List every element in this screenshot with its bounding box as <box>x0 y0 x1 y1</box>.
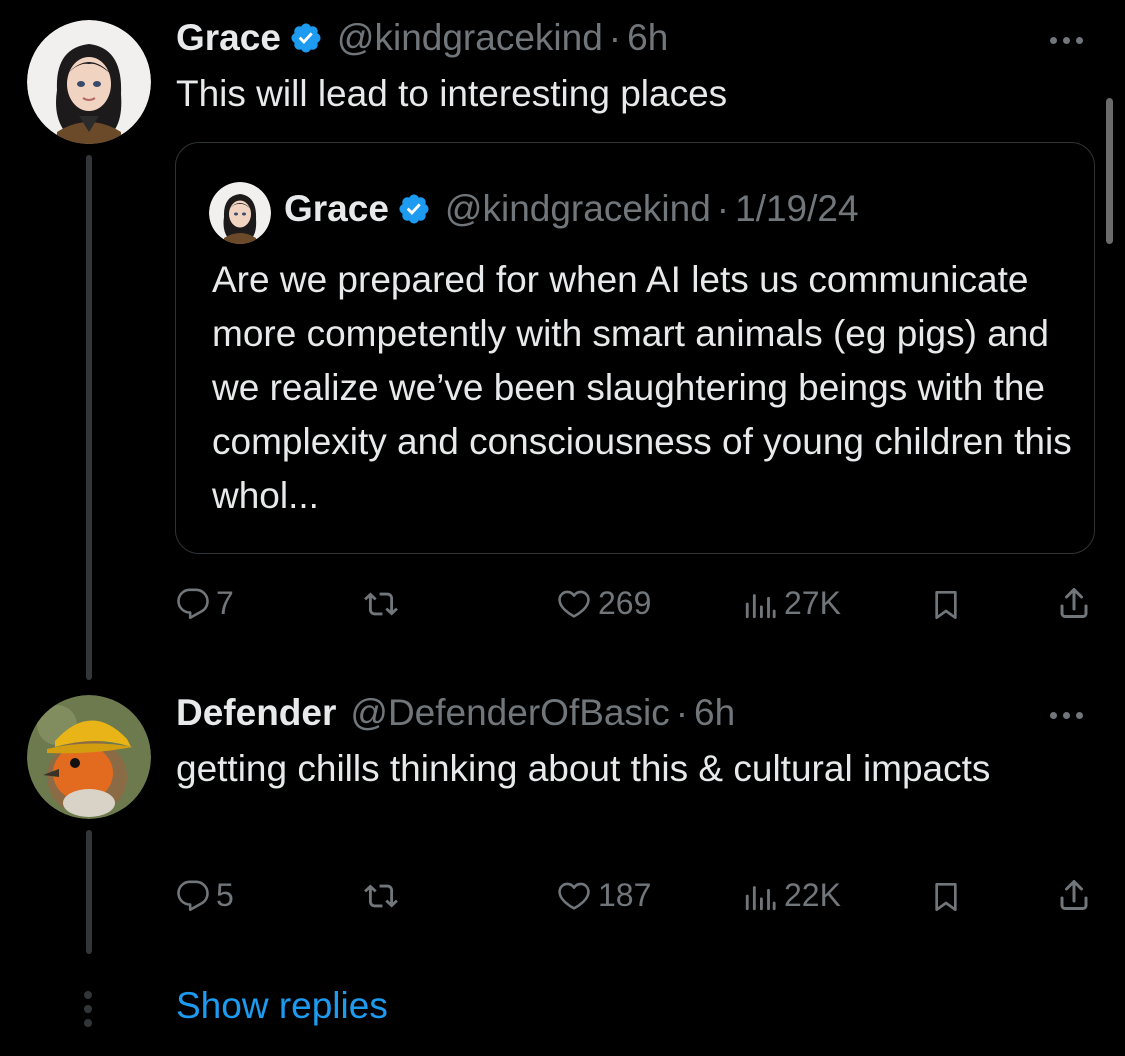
more-icon[interactable] <box>1050 705 1100 725</box>
reply-button[interactable]: 5 <box>176 877 234 914</box>
thread-line <box>86 155 92 680</box>
verified-badge-icon <box>289 21 323 55</box>
more-icon[interactable] <box>1050 30 1100 50</box>
views-icon <box>745 885 776 910</box>
thread-dots-icon <box>82 991 94 1027</box>
quote-avatar[interactable] <box>209 182 271 244</box>
quote-author-handle: @kindgracekind <box>444 188 711 229</box>
separator: · <box>675 692 689 733</box>
bookmark-icon <box>935 883 957 911</box>
like-icon <box>558 882 590 910</box>
share-button[interactable] <box>1056 877 1092 913</box>
timestamp[interactable]: 6h <box>694 692 735 734</box>
like-icon <box>558 590 590 618</box>
tweet-header: Defender @DefenderOfBasic · 6h <box>176 692 735 734</box>
tweet-text: getting chills thinking about this & cul… <box>176 748 991 789</box>
show-replies-link[interactable]: Show replies <box>176 985 388 1027</box>
author-name[interactable]: Grace <box>176 17 281 59</box>
avatar[interactable] <box>27 20 151 144</box>
views-icon <box>745 593 776 618</box>
timestamp[interactable]: 6h <box>627 17 668 59</box>
author-handle[interactable]: @kindgracekind <box>337 17 603 59</box>
bookmark-button[interactable] <box>930 879 962 915</box>
share-icon <box>1060 880 1088 910</box>
bookmark-button[interactable] <box>930 587 962 623</box>
avatar[interactable] <box>27 695 151 819</box>
quote-tweet[interactable]: Grace @kindgracekind · 1/19/24 Are we pr… <box>175 142 1095 554</box>
views-button[interactable]: 27K <box>742 585 841 622</box>
author-name[interactable]: Defender <box>176 692 336 734</box>
retweet-icon <box>364 884 398 908</box>
quote-text: Are we prepared for when AI lets us comm… <box>212 259 1072 516</box>
reply-count: 5 <box>216 877 234 913</box>
bookmark-icon <box>935 591 957 619</box>
retweet-icon <box>364 592 398 616</box>
thread-line <box>86 830 92 954</box>
reply-button[interactable]: 7 <box>176 585 234 622</box>
reply-icon <box>177 880 209 911</box>
quote-timestamp: 1/19/24 <box>735 188 859 229</box>
view-count: 27K <box>784 585 841 621</box>
tweet-text: This will lead to interesting places <box>176 73 728 114</box>
retweet-button[interactable] <box>362 879 400 913</box>
reply-count: 7 <box>216 585 234 621</box>
author-handle[interactable]: @DefenderOfBasic <box>350 692 669 734</box>
like-button[interactable]: 187 <box>556 877 651 914</box>
quote-header: Grace @kindgracekind · 1/19/24 <box>284 188 859 230</box>
like-button[interactable]: 269 <box>556 585 651 622</box>
like-count: 187 <box>598 877 652 913</box>
share-icon <box>1060 588 1088 618</box>
views-button[interactable]: 22K <box>742 877 841 914</box>
like-count: 269 <box>598 585 652 621</box>
separator: · <box>716 188 730 229</box>
scrollbar[interactable] <box>1106 98 1113 244</box>
verified-badge-icon <box>397 192 431 226</box>
retweet-button[interactable] <box>362 587 400 621</box>
separator: · <box>608 17 622 58</box>
tweet-header: Grace @kindgracekind · 6h <box>176 17 668 59</box>
quote-author-name: Grace <box>284 188 389 229</box>
share-button[interactable] <box>1056 585 1092 621</box>
view-count: 22K <box>784 877 841 913</box>
reply-icon <box>177 588 209 619</box>
